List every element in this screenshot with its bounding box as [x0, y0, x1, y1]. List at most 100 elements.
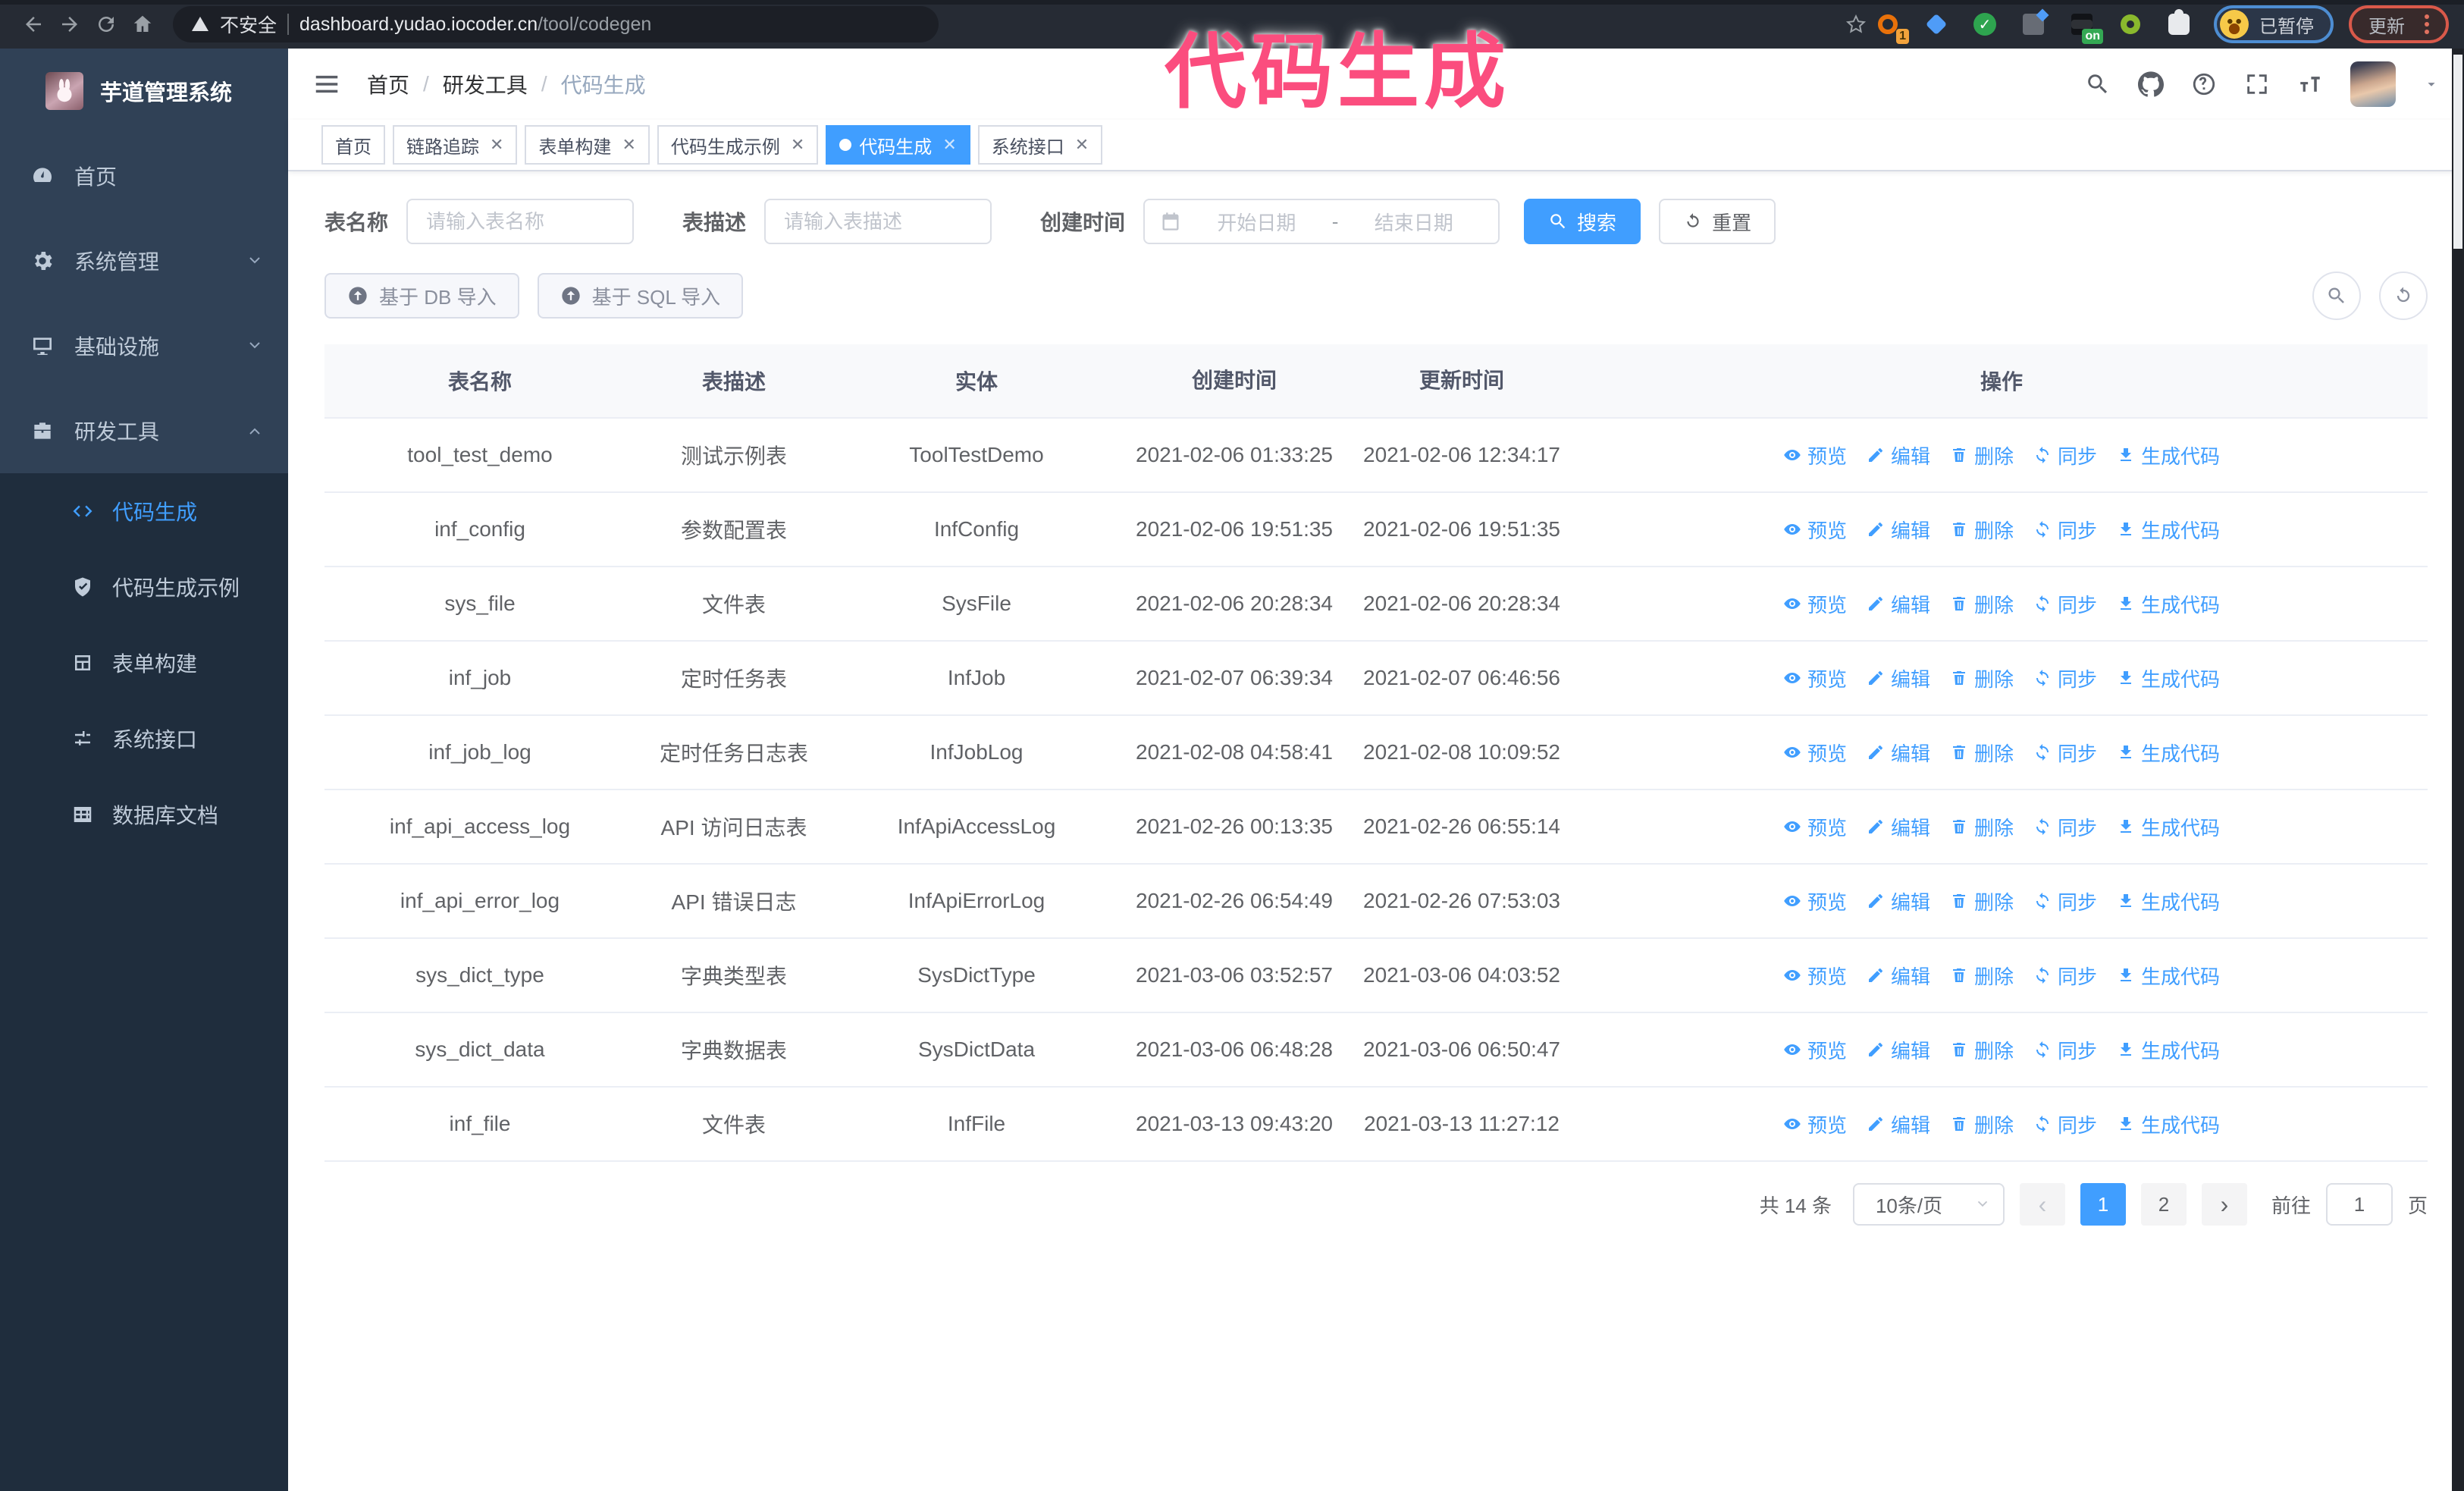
- delete-action[interactable]: 删除: [1950, 441, 2014, 469]
- preview-action[interactable]: 预览: [1783, 962, 1847, 990]
- bookmark-star-icon[interactable]: [1838, 6, 1874, 42]
- edit-action[interactable]: 编辑: [1867, 441, 1930, 469]
- tab-首页[interactable]: 首页: [321, 125, 385, 165]
- search-button[interactable]: 搜索: [1524, 199, 1641, 244]
- extension-database-icon[interactable]: on: [2068, 11, 2103, 44]
- edit-action[interactable]: 编辑: [1867, 962, 1930, 990]
- fullscreen-icon[interactable]: [2244, 71, 2270, 97]
- generate-code-action[interactable]: 生成代码: [2117, 516, 2220, 544]
- close-icon[interactable]: ✕: [942, 135, 956, 155]
- sidebar-subitem-代码生成[interactable]: 代码生成: [0, 473, 288, 549]
- sidebar-subitem-系统接口[interactable]: 系统接口: [0, 701, 288, 777]
- end-date-placeholder[interactable]: 结束日期: [1344, 208, 1483, 236]
- generate-code-action[interactable]: 生成代码: [2117, 962, 2220, 990]
- fontsize-icon[interactable]: [2297, 71, 2323, 97]
- edit-action[interactable]: 编辑: [1867, 887, 1930, 915]
- sync-action[interactable]: 同步: [2033, 887, 2097, 915]
- extension-gem-icon[interactable]: [1923, 11, 1950, 38]
- generate-code-action[interactable]: 生成代码: [2117, 887, 2220, 915]
- extension-check-shield-icon[interactable]: ✓: [1971, 11, 1998, 38]
- sidebar-item-基础设施[interactable]: 基础设施: [0, 303, 288, 388]
- prev-page-button[interactable]: ‹: [2019, 1183, 2065, 1226]
- scrollbar-thumb[interactable]: [2453, 55, 2462, 249]
- edit-action[interactable]: 编辑: [1867, 813, 1930, 841]
- update-button[interactable]: 更新: [2349, 5, 2449, 43]
- sync-action[interactable]: 同步: [2033, 441, 2097, 469]
- sync-action[interactable]: 同步: [2033, 962, 2097, 990]
- github-icon[interactable]: [2138, 71, 2164, 97]
- hamburger-icon[interactable]: [312, 70, 341, 99]
- edit-action[interactable]: 编辑: [1867, 739, 1930, 767]
- preview-action[interactable]: 预览: [1783, 1036, 1847, 1064]
- search-icon[interactable]: [2085, 71, 2111, 97]
- delete-action[interactable]: 删除: [1950, 1036, 2014, 1064]
- delete-action[interactable]: 删除: [1950, 962, 2014, 990]
- extension-history-ring-icon[interactable]: 1: [1874, 11, 1909, 44]
- generate-code-action[interactable]: 生成代码: [2117, 813, 2220, 841]
- delete-action[interactable]: 删除: [1950, 516, 2014, 544]
- sidebar-item-首页[interactable]: 首页: [0, 133, 288, 218]
- sidebar-subitem-代码生成示例[interactable]: 代码生成示例: [0, 549, 288, 625]
- tab-代码生成示例[interactable]: 代码生成示例 ✕: [657, 125, 819, 165]
- delete-action[interactable]: 删除: [1950, 739, 2014, 767]
- url-bar[interactable]: 不安全 dashboard.yudao.iocoder.cn/tool/code…: [173, 6, 939, 42]
- user-avatar[interactable]: [2350, 61, 2396, 107]
- preview-action[interactable]: 预览: [1783, 739, 1847, 767]
- edit-action[interactable]: 编辑: [1867, 1036, 1930, 1064]
- date-range-picker[interactable]: 开始日期 - 结束日期: [1143, 199, 1500, 244]
- reset-button[interactable]: 重置: [1659, 199, 1776, 244]
- extension-puzzle-icon[interactable]: [2165, 9, 2193, 38]
- close-icon[interactable]: ✕: [791, 135, 804, 155]
- page-button-2[interactable]: 2: [2140, 1183, 2187, 1226]
- sync-action[interactable]: 同步: [2033, 664, 2097, 692]
- refresh-table-button[interactable]: [2379, 272, 2428, 320]
- extension-columns-icon[interactable]: [2020, 11, 2047, 38]
- sync-action[interactable]: 同步: [2033, 1110, 2097, 1138]
- tab-链路追踪[interactable]: 链路追踪 ✕: [393, 125, 518, 165]
- forward-icon[interactable]: [52, 6, 88, 42]
- menu-kebab-icon[interactable]: [2425, 22, 2429, 27]
- preview-action[interactable]: 预览: [1783, 516, 1847, 544]
- sidebar-subitem-表单构建[interactable]: 表单构建: [0, 625, 288, 701]
- sidebar-item-研发工具[interactable]: 研发工具: [0, 388, 288, 473]
- import-sql-button[interactable]: 基于 SQL 导入: [537, 273, 744, 319]
- browser-scrollbar[interactable]: [2452, 49, 2464, 1491]
- preview-action[interactable]: 预览: [1783, 813, 1847, 841]
- import-db-button[interactable]: 基于 DB 导入: [324, 273, 519, 319]
- breadcrumb-item-研发工具[interactable]: 研发工具: [443, 69, 528, 99]
- table-desc-input[interactable]: [764, 199, 992, 244]
- sidebar-logo-row[interactable]: 芋道管理系统: [0, 49, 288, 133]
- close-icon[interactable]: ✕: [490, 135, 503, 155]
- start-date-placeholder[interactable]: 开始日期: [1187, 208, 1326, 236]
- page-button-1[interactable]: 1: [2080, 1183, 2126, 1226]
- toggle-search-button[interactable]: [2312, 272, 2361, 320]
- delete-action[interactable]: 删除: [1950, 887, 2014, 915]
- table-name-input[interactable]: [406, 199, 635, 244]
- question-icon[interactable]: [2191, 71, 2217, 97]
- extension-key-icon[interactable]: [2117, 11, 2144, 38]
- tab-系统接口[interactable]: 系统接口 ✕: [977, 125, 1103, 165]
- generate-code-action[interactable]: 生成代码: [2117, 1110, 2220, 1138]
- edit-action[interactable]: 编辑: [1867, 590, 1930, 618]
- breadcrumb-item-首页[interactable]: 首页: [367, 69, 409, 99]
- delete-action[interactable]: 删除: [1950, 813, 2014, 841]
- tab-表单构建[interactable]: 表单构建 ✕: [525, 125, 650, 165]
- generate-code-action[interactable]: 生成代码: [2117, 664, 2220, 692]
- profile-chip[interactable]: 已暂停: [2214, 5, 2334, 43]
- generate-code-action[interactable]: 生成代码: [2117, 739, 2220, 767]
- edit-action[interactable]: 编辑: [1867, 1110, 1930, 1138]
- delete-action[interactable]: 删除: [1950, 590, 2014, 618]
- goto-page-input[interactable]: [2325, 1183, 2393, 1226]
- generate-code-action[interactable]: 生成代码: [2117, 590, 2220, 618]
- preview-action[interactable]: 预览: [1783, 1110, 1847, 1138]
- back-icon[interactable]: [15, 6, 52, 42]
- reload-icon[interactable]: [88, 6, 124, 42]
- preview-action[interactable]: 预览: [1783, 441, 1847, 469]
- home-icon[interactable]: [124, 6, 161, 42]
- preview-action[interactable]: 预览: [1783, 590, 1847, 618]
- generate-code-action[interactable]: 生成代码: [2117, 1036, 2220, 1064]
- sync-action[interactable]: 同步: [2033, 1036, 2097, 1064]
- sidebar-item-系统管理[interactable]: 系统管理: [0, 218, 288, 303]
- close-icon[interactable]: ✕: [622, 135, 635, 155]
- close-icon[interactable]: ✕: [1075, 135, 1089, 155]
